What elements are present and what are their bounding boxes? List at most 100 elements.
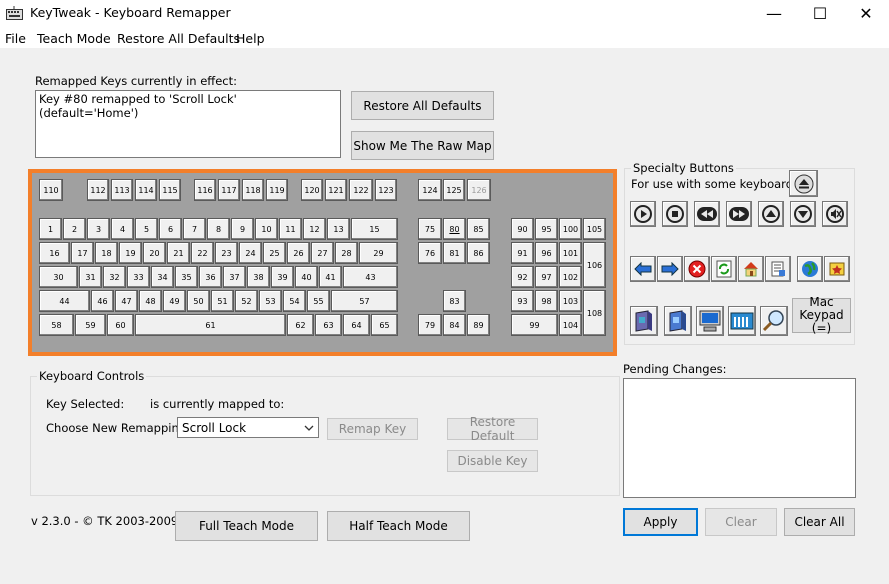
keyboard-key[interactable]: 64 [343, 314, 370, 336]
remapped-keys-list[interactable]: Key #80 remapped to 'Scroll Lock' (defau… [35, 90, 341, 158]
keyboard-key[interactable]: 29 [359, 242, 398, 264]
keyboard-key[interactable]: 40 [295, 266, 318, 288]
keyboard-key[interactable]: 121 [325, 179, 347, 201]
keyboard-key[interactable]: 6 [159, 218, 182, 240]
stop-icon[interactable] [662, 201, 688, 227]
keyboard-key[interactable]: 60 [107, 314, 134, 336]
keyboard-key[interactable]: 24 [239, 242, 262, 264]
keyboard-key[interactable]: 99 [511, 314, 558, 336]
keyboard-key[interactable]: 115 [159, 179, 181, 201]
close-button[interactable]: ✕ [843, 0, 889, 28]
calculator-icon[interactable] [728, 306, 756, 336]
keyboard-key[interactable]: 125 [443, 179, 465, 201]
keyboard-key[interactable]: 101 [559, 242, 582, 264]
keyboard-key[interactable]: 27 [311, 242, 334, 264]
browser-forward-icon[interactable] [657, 256, 683, 282]
keyboard-key[interactable]: 5 [135, 218, 158, 240]
browser-bookmark-icon[interactable] [824, 256, 850, 282]
keyboard-key[interactable]: 104 [559, 314, 582, 336]
keyboard-key[interactable]: 26 [287, 242, 310, 264]
mac-keypad-button[interactable]: Mac Keypad (=) [792, 296, 851, 335]
pending-changes-list[interactable] [623, 378, 856, 498]
keyboard-key[interactable]: 110 [39, 179, 63, 201]
keyboard-key[interactable]: 30 [39, 266, 78, 288]
keyboard-key[interactable]: 52 [235, 290, 258, 312]
menu-restore-all-defaults[interactable]: Restore All Defaults [117, 31, 240, 46]
keyboard-key[interactable]: 86 [467, 242, 490, 264]
keyboard-key[interactable]: 55 [307, 290, 330, 312]
keyboard-key[interactable]: 18 [95, 242, 118, 264]
restore-all-defaults-button[interactable]: Restore All Defaults [351, 91, 494, 120]
keyboard-key[interactable]: 124 [418, 179, 442, 201]
keyboard-key[interactable]: 53 [259, 290, 282, 312]
keyboard-key[interactable]: 114 [135, 179, 157, 201]
browser-home-icon[interactable] [738, 256, 764, 282]
eject-icon[interactable] [789, 170, 818, 197]
remapping-select[interactable]: Scroll Lock [177, 417, 319, 438]
keyboard-key[interactable]: 13 [327, 218, 350, 240]
search-icon[interactable] [760, 306, 788, 336]
keyboard-key[interactable]: 11 [279, 218, 302, 240]
keyboard-key[interactable]: 33 [127, 266, 150, 288]
menu-help[interactable]: Help [236, 31, 265, 46]
keyboard-key[interactable]: 46 [91, 290, 114, 312]
keyboard-key[interactable]: 108 [583, 290, 606, 336]
browser-back-icon[interactable] [630, 256, 656, 282]
keyboard-key[interactable]: 90 [511, 218, 534, 240]
show-raw-map-button[interactable]: Show Me The Raw Map [351, 131, 494, 160]
keyboard-key[interactable]: 97 [535, 266, 558, 288]
rewind-icon[interactable] [694, 201, 720, 227]
volume-down-icon[interactable] [790, 201, 816, 227]
half-teach-mode-button[interactable]: Half Teach Mode [327, 511, 470, 541]
browser-search-globe-icon[interactable] [797, 256, 823, 282]
keyboard-key[interactable]: 76 [418, 242, 442, 264]
keyboard-key[interactable]: 35 [175, 266, 198, 288]
keyboard-key[interactable]: 22 [191, 242, 214, 264]
keyboard-key[interactable]: 61 [135, 314, 286, 336]
browser-stop-icon[interactable] [684, 256, 710, 282]
keyboard-key[interactable]: 19 [119, 242, 142, 264]
keyboard-key[interactable]: 81 [443, 242, 466, 264]
keyboard-key[interactable]: 28 [335, 242, 358, 264]
keyboard-key[interactable]: 21 [167, 242, 190, 264]
keyboard-key[interactable]: 102 [559, 266, 582, 288]
keyboard-key[interactable]: 126 [467, 179, 491, 201]
keyboard-key[interactable]: 41 [319, 266, 342, 288]
browser-favorites-icon[interactable] [765, 256, 791, 282]
restore-default-button[interactable]: Restore Default [447, 415, 538, 443]
keyboard-key[interactable]: 100 [559, 218, 582, 240]
keyboard-key[interactable]: 116 [194, 179, 216, 201]
keyboard-key[interactable]: 65 [371, 314, 398, 336]
keyboard-key[interactable]: 84 [443, 314, 466, 336]
menu-teach-mode[interactable]: Teach Mode [37, 31, 111, 46]
keyboard-key[interactable]: 1 [39, 218, 62, 240]
full-teach-mode-button[interactable]: Full Teach Mode [175, 511, 318, 541]
keyboard-key[interactable]: 79 [418, 314, 442, 336]
keyboard-key[interactable]: 23 [215, 242, 238, 264]
keyboard-key[interactable]: 59 [75, 314, 106, 336]
keyboard-key[interactable]: 91 [511, 242, 534, 264]
keyboard-key[interactable]: 37 [223, 266, 246, 288]
keyboard-key[interactable]: 38 [247, 266, 270, 288]
keyboard-key[interactable]: 49 [163, 290, 186, 312]
keyboard-key[interactable]: 58 [39, 314, 74, 336]
keyboard-key[interactable]: 44 [39, 290, 90, 312]
keyboard-key[interactable]: 98 [535, 290, 558, 312]
keyboard-key[interactable]: 118 [242, 179, 264, 201]
keyboard-key[interactable]: 36 [199, 266, 222, 288]
play-icon[interactable] [630, 201, 656, 227]
keyboard-key[interactable]: 31 [79, 266, 102, 288]
mute-icon[interactable] [822, 201, 848, 227]
keyboard-key[interactable]: 96 [535, 242, 558, 264]
keyboard-key[interactable]: 50 [187, 290, 210, 312]
keyboard-key[interactable]: 103 [559, 290, 582, 312]
keyboard-key[interactable]: 95 [535, 218, 558, 240]
keyboard-key[interactable]: 7 [183, 218, 206, 240]
keyboard-key[interactable]: 54 [283, 290, 306, 312]
keyboard-key[interactable]: 112 [87, 179, 109, 201]
clear-button[interactable]: Clear [705, 508, 777, 536]
keyboard-key[interactable]: 120 [301, 179, 323, 201]
keyboard-key[interactable]: 8 [207, 218, 230, 240]
menu-file[interactable]: File [5, 31, 26, 46]
my-computer-icon[interactable] [696, 306, 724, 336]
